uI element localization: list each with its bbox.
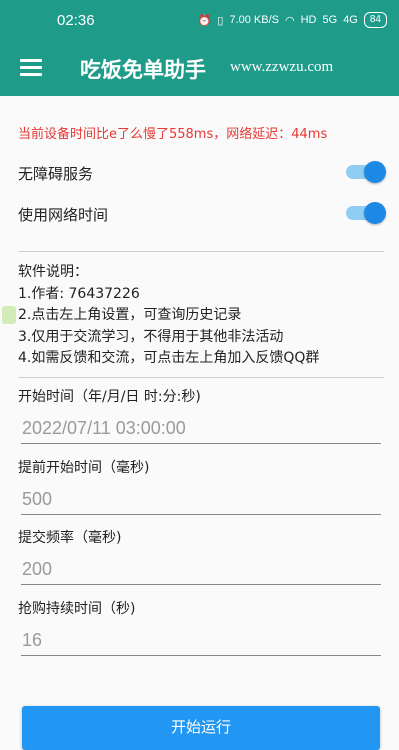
alarm-icon: ⏰: [197, 14, 212, 27]
description-item: 2.点击左上角设置，可查询历史记录: [18, 307, 242, 323]
advance-start-input[interactable]: 500: [22, 489, 52, 510]
signal-4g-icon: 4G: [343, 14, 358, 26]
description-heading: 软件说明：: [18, 264, 88, 280]
field-label: 提前开始时间（毫秒): [18, 460, 150, 476]
field-label: 提交频率（毫秒): [18, 530, 122, 546]
signal-5g-icon: 5G: [322, 14, 338, 26]
toggle-label: 使用网络时间: [18, 206, 109, 224]
duration-field: 抢购持续时间（秒) 16: [18, 598, 384, 658]
app-title: 吃饭免单助手: [80, 58, 206, 82]
field-label: 抢购持续时间（秒): [18, 601, 136, 617]
submit-frequency-field: 提交频率（毫秒) 200: [18, 527, 384, 587]
field-label: 开始时间（年/月/日 时:分:秒): [18, 389, 201, 405]
site-url: www.zzwzu.com: [230, 59, 334, 75]
start-run-button[interactable]: 开始运行: [22, 706, 380, 750]
divider: [18, 251, 384, 252]
toggle-row-network-time: 使用网络时间: [18, 200, 386, 228]
divider: [18, 377, 384, 378]
menu-icon[interactable]: [20, 59, 42, 77]
status-bar: 02:36 ⏰ ▯ 7.00 KB/S ◠ HD 5G 4G 84: [0, 0, 399, 42]
duration-input[interactable]: 16: [22, 630, 42, 651]
start-time-field: 开始时间（年/月/日 时:分:秒) 2022/07/11 03:00:00: [18, 386, 384, 446]
toggle-row-accessibility: 无障碍服务: [18, 159, 386, 187]
floating-cup-icon[interactable]: [2, 306, 16, 324]
battery-icon: 84: [363, 12, 387, 28]
status-time: 02:36: [57, 12, 95, 29]
description: 软件说明： 1.作者: 76437226 2.点击左上角设置，可查询历史记录 3…: [18, 262, 319, 370]
accessibility-switch[interactable]: [346, 161, 386, 183]
network-time-switch[interactable]: [346, 202, 386, 224]
time-diff-warning: 当前设备时间比e了么慢了558ms，网络延迟：44ms: [18, 127, 328, 142]
description-item: 1.作者: 76437226: [18, 285, 140, 302]
net-speed: 7.00 KB/S: [229, 14, 279, 26]
app-bar: 吃饭免单助手 www.zzwzu.com: [0, 42, 399, 96]
start-time-input[interactable]: 2022/07/11 03:00:00: [22, 418, 186, 439]
description-item: 4.如需反馈和交流，可点击左上角加入反馈QQ群: [18, 350, 320, 366]
submit-frequency-input[interactable]: 200: [22, 559, 52, 580]
hd-badge: HD: [300, 14, 317, 26]
wifi-icon: ◠: [285, 14, 295, 27]
vibrate-icon: ▯: [217, 14, 224, 27]
description-item: 3.仅用于交流学习，不得用于其他非法活动: [18, 328, 284, 345]
advance-start-field: 提前开始时间（毫秒) 500: [18, 457, 384, 517]
toggle-label: 无障碍服务: [18, 165, 94, 183]
status-icons: ⏰ ▯ 7.00 KB/S ◠ HD 5G 4G 84: [198, 12, 387, 28]
